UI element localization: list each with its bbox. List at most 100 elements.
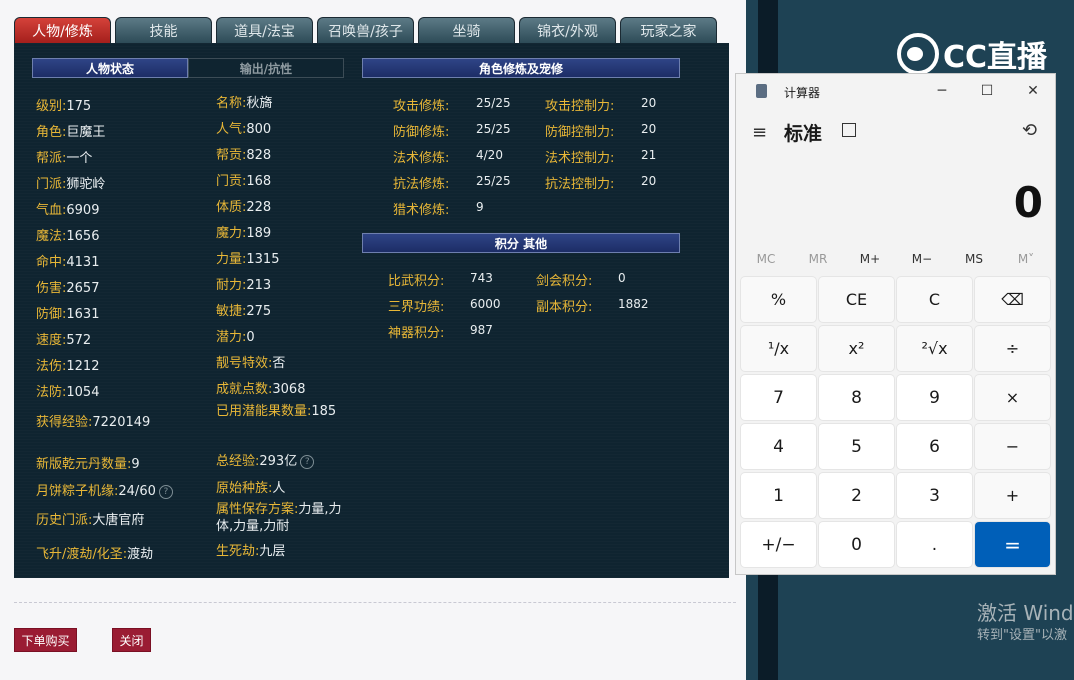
calc-key[interactable]: 2: [819, 473, 894, 518]
stat-row: 伤害:2657: [36, 277, 99, 296]
calc-key[interactable]: 7: [741, 375, 816, 420]
calc-key[interactable]: +: [975, 473, 1050, 518]
calc-key[interactable]: %: [741, 277, 816, 322]
points-value: 6000: [470, 297, 501, 311]
output-header[interactable]: 输出/抗性: [188, 58, 344, 78]
stat-row: 帮贡:828: [216, 147, 346, 164]
points-value: 0: [618, 271, 626, 285]
control-value: 20: [641, 174, 657, 188]
calc-key[interactable]: ²√x: [897, 326, 972, 371]
calc-key[interactable]: 6: [897, 424, 972, 469]
points-value: 1882: [618, 297, 649, 311]
calc-key[interactable]: 3: [897, 473, 972, 518]
calc-key[interactable]: ×: [975, 375, 1050, 420]
keep-on-top-icon[interactable]: [842, 123, 856, 137]
cultivation-label: 防御修炼:: [393, 125, 450, 140]
tab-pets[interactable]: 召唤兽/孩子: [317, 17, 414, 43]
stat-label: 潜力:: [216, 330, 247, 345]
stat-value: 185: [311, 404, 337, 419]
stat-value: 213: [246, 278, 272, 293]
stat-value: 572: [66, 333, 92, 348]
memory-button[interactable]: MR: [792, 252, 844, 266]
calc-key[interactable]: C: [897, 277, 972, 322]
stat-value: 1656: [66, 229, 100, 244]
stat-label: 力量:: [216, 252, 247, 267]
points-label: 神器积分:: [388, 326, 445, 341]
calc-key[interactable]: .: [897, 522, 972, 567]
calc-key[interactable]: =: [975, 522, 1050, 567]
history-icon[interactable]: ⟲: [1022, 120, 1037, 141]
stat-row: 防御:1631: [36, 303, 99, 322]
help-icon[interactable]: ?: [158, 484, 173, 499]
stream-logo-text: CC直播: [943, 40, 1048, 75]
tab-character[interactable]: 人物/修炼: [14, 17, 111, 43]
tab-outfits[interactable]: 锦衣/外观: [519, 17, 616, 43]
control-value: 21: [641, 148, 657, 162]
stat-label: 法伤:: [36, 359, 67, 374]
tab-items[interactable]: 道具/法宝: [216, 17, 313, 43]
stat-row: 敏捷:275: [216, 303, 346, 320]
stat-row: 属性保存方案:力量,力体,力量,力耐: [216, 501, 346, 535]
calc-key[interactable]: CE: [819, 277, 894, 322]
stat-row: 门贡:168: [216, 173, 346, 190]
memory-button[interactable]: M˅: [1000, 252, 1052, 266]
stat-row: 已用潜能果数量:185: [216, 403, 346, 420]
calc-key[interactable]: +/−: [741, 522, 816, 567]
stat-row: 力量:1315: [216, 251, 346, 268]
calc-key[interactable]: 4: [741, 424, 816, 469]
calc-key[interactable]: 1: [741, 473, 816, 518]
stream-logo: CC直播: [897, 32, 1047, 76]
stat-row: 成就点数:3068: [216, 381, 346, 398]
points-label: 剑会积分:: [536, 274, 593, 289]
calc-key[interactable]: 0: [819, 522, 894, 567]
close-button[interactable]: 关闭: [112, 628, 151, 652]
maximize-button[interactable]: ☐: [971, 80, 1003, 102]
memory-button[interactable]: M−: [896, 252, 948, 266]
tab-skills[interactable]: 技能: [115, 17, 212, 43]
points-label: 副本积分:: [536, 300, 593, 315]
cultivation-label: 法术修炼:: [393, 151, 450, 166]
stat-label: 速度:: [36, 333, 67, 348]
stat-label: 人气:: [216, 122, 247, 137]
control-label: 法术控制力:: [545, 151, 615, 166]
memory-button[interactable]: MC: [740, 252, 792, 266]
tab-home[interactable]: 玩家之家: [620, 17, 717, 43]
status-header[interactable]: 人物状态: [32, 58, 188, 78]
calc-key[interactable]: 9: [897, 375, 972, 420]
stat-row: 飞升/渡劫/化圣:渡劫: [36, 543, 153, 562]
stat-label: 新版乾元丹数量:: [36, 457, 132, 472]
buy-button[interactable]: 下单购买: [14, 628, 77, 652]
stat-value: 4131: [66, 255, 100, 270]
game-web-page: 人物/修炼 技能 道具/法宝 召唤兽/孩子 坐骑 锦衣/外观 玩家之家 人物状态…: [0, 0, 746, 680]
stat-row: 潜力:0: [216, 329, 346, 346]
points-value: 743: [470, 271, 493, 285]
calculator-display: 0: [1013, 178, 1043, 227]
memory-button[interactable]: MS: [948, 252, 1000, 266]
stat-row: 总经验:293亿?: [216, 453, 346, 470]
stat-row: 法防:1054: [36, 381, 99, 400]
stat-value: 2657: [66, 281, 100, 296]
stat-label: 生死劫:: [216, 544, 260, 559]
calc-key[interactable]: ÷: [975, 326, 1050, 371]
calc-key[interactable]: 5: [819, 424, 894, 469]
close-window-button[interactable]: ✕: [1017, 80, 1049, 102]
calc-key[interactable]: ⌫: [975, 277, 1050, 322]
stat-row: 角色:巨魔王: [36, 121, 105, 140]
calculator-mode: 标准: [784, 123, 823, 145]
minimize-button[interactable]: ─: [926, 80, 958, 102]
calc-key[interactable]: 8: [819, 375, 894, 420]
hamburger-menu-icon[interactable]: ≡: [752, 122, 767, 143]
calc-key[interactable]: −: [975, 424, 1050, 469]
calc-key[interactable]: ¹/x: [741, 326, 816, 371]
help-icon[interactable]: ?: [300, 454, 315, 469]
stat-row: 魔力:189: [216, 225, 346, 242]
calc-key[interactable]: x²: [819, 326, 894, 371]
memory-button[interactable]: M+: [844, 252, 896, 266]
stat-label: 命中:: [36, 255, 67, 270]
stat-value: 人: [272, 481, 286, 496]
memory-row: MC MR M+ M− MS M˅: [740, 252, 1052, 266]
tab-mounts[interactable]: 坐骑: [418, 17, 515, 43]
stat-value: 1054: [66, 385, 100, 400]
stat-value: 275: [246, 304, 272, 319]
stat-value: 3068: [272, 382, 306, 397]
